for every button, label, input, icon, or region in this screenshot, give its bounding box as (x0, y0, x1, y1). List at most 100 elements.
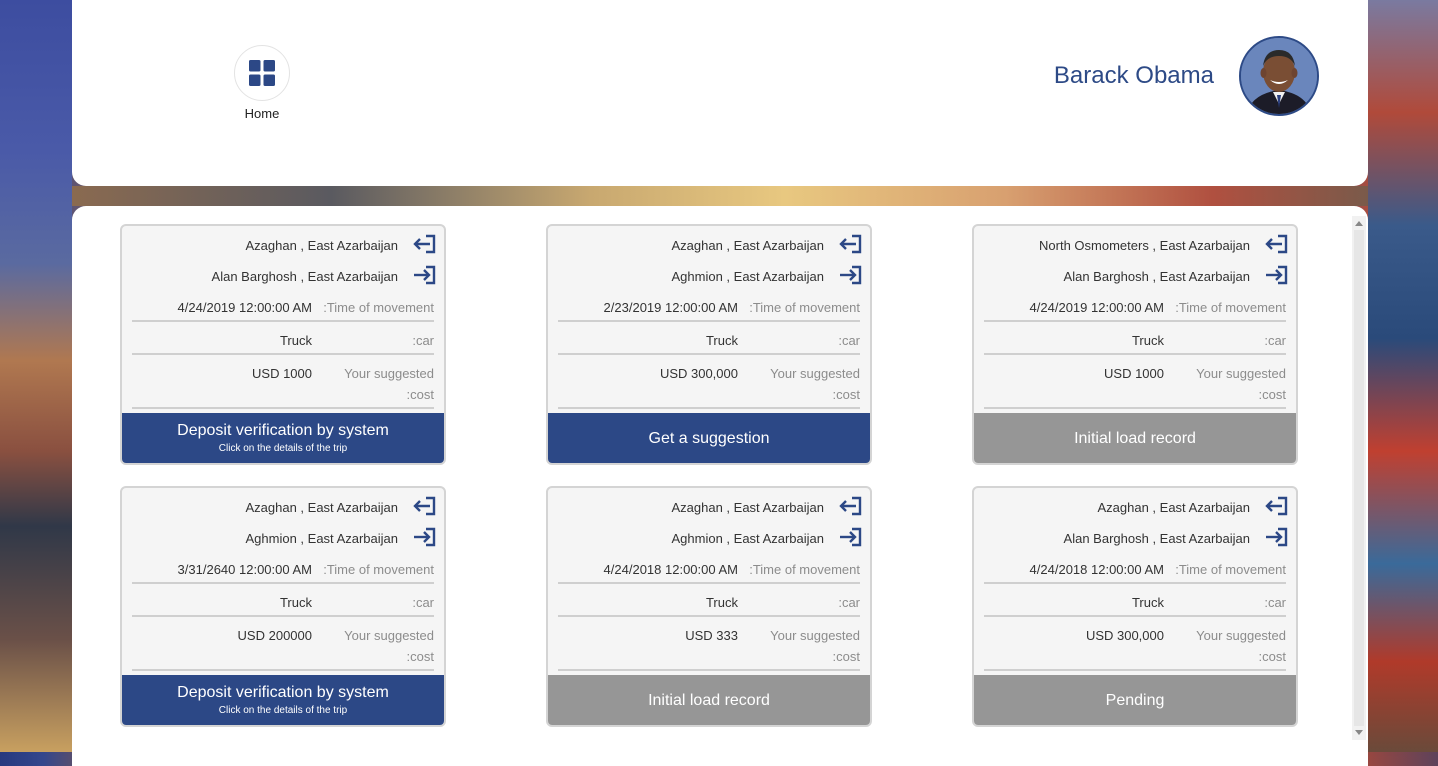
car-value: Truck (1131, 595, 1164, 610)
car-value: Truck (705, 595, 738, 610)
time-label: :Time of movement (749, 300, 860, 315)
car-label: :car (412, 595, 434, 610)
time-field: 4/24/2019 12:00:00 AM :Time of movement (984, 300, 1286, 322)
trips-scrollbar[interactable] (1352, 216, 1366, 740)
time-value: 4/24/2019 12:00:00 AM (1029, 300, 1164, 315)
sign-out-icon (1264, 234, 1288, 256)
time-value: 4/24/2018 12:00:00 AM (1029, 562, 1164, 577)
sign-in-icon (412, 527, 436, 549)
scroll-up-icon[interactable] (1355, 221, 1363, 226)
home-label[interactable]: Home (234, 106, 290, 121)
time-label: :Time of movement (749, 562, 860, 577)
car-label: :car (838, 595, 860, 610)
origin-text: Azaghan , East Azarbaijan (671, 237, 825, 253)
time-label: :Time of movement (1175, 300, 1286, 315)
trip-action-button[interactable]: Pending (974, 675, 1296, 725)
grid-icon (249, 60, 275, 86)
time-field: 3/31/2640 12:00:00 AM :Time of movement (132, 562, 434, 584)
cost-label-line1: Your suggested (344, 366, 434, 381)
cost-value: USD 300,000 (1085, 628, 1164, 643)
trip-action-label: Deposit verification by system (177, 421, 389, 439)
trip-card[interactable]: Azaghan , East Azarbaijan Alan Barghosh … (972, 486, 1298, 727)
sign-in-icon (1264, 527, 1288, 549)
cost-field: USD 333 Your suggested :cost (558, 628, 860, 671)
scroll-down-icon[interactable] (1355, 730, 1363, 735)
destination-row: Aghmion , East Azarbaijan (246, 527, 436, 549)
car-field: Truck :car (132, 595, 434, 617)
car-value: Truck (279, 595, 312, 610)
scrollbar-thumb[interactable] (1354, 230, 1364, 726)
cost-label-line2: :cost (1258, 649, 1286, 664)
car-label: :car (838, 333, 860, 348)
car-value: Truck (279, 333, 312, 348)
trip-action-label: Initial load record (648, 691, 770, 709)
sign-out-icon (1264, 496, 1288, 518)
time-field: 4/24/2018 12:00:00 AM :Time of movement (984, 562, 1286, 584)
destination-text: Alan Barghosh , East Azarbaijan (1063, 268, 1250, 284)
cost-label-line1: Your suggested (770, 628, 860, 643)
origin-row: Azaghan , East Azarbaijan (672, 496, 863, 518)
top-header: Home Barack Obama (72, 0, 1368, 186)
time-label: :Time of movement (323, 562, 434, 577)
cost-label-line1: Your suggested (1196, 366, 1286, 381)
car-field: Truck :car (558, 333, 860, 355)
avatar[interactable] (1239, 36, 1319, 116)
trip-card[interactable]: Azaghan , East Azarbaijan Aghmion , East… (120, 486, 446, 727)
car-label: :car (412, 333, 434, 348)
car-field: Truck :car (132, 333, 434, 355)
trip-action-button[interactable]: Deposit verification by system Click on … (122, 675, 444, 725)
trip-card[interactable]: Azaghan , East Azarbaijan Aghmion , East… (546, 224, 872, 465)
cost-label-line2: :cost (832, 649, 860, 664)
sign-out-icon (412, 496, 436, 518)
trip-action-label: Get a suggestion (648, 429, 770, 447)
time-value: 2/23/2019 12:00:00 AM (603, 300, 738, 315)
cost-label-line1: Your suggested (770, 366, 860, 381)
car-field: Truck :car (984, 333, 1286, 355)
sign-in-icon (838, 265, 862, 287)
cost-field: USD 1000 Your suggested :cost (984, 366, 1286, 409)
home-nav-button[interactable]: Home (234, 45, 290, 121)
destination-row: Alan Barghosh , East Azarbaijan (1064, 527, 1288, 549)
cost-field: USD 1000 Your suggested :cost (132, 366, 434, 409)
trip-action-label: Initial load record (1074, 429, 1196, 447)
cost-value: USD 1000 (252, 366, 312, 381)
cost-label-line2: :cost (1258, 387, 1286, 402)
sign-out-icon (838, 496, 862, 518)
trip-action-button[interactable]: Get a suggestion (548, 413, 870, 463)
time-label: :Time of movement (1175, 562, 1286, 577)
trip-card[interactable]: Azaghan , East Azarbaijan Aghmion , East… (546, 486, 872, 727)
time-field: 2/23/2019 12:00:00 AM :Time of movement (558, 300, 860, 322)
trip-card[interactable]: North Osmometers , East Azarbaijan Alan … (972, 224, 1298, 465)
background-port-image-left (0, 0, 72, 752)
trip-action-button[interactable]: Deposit verification by system Click on … (122, 413, 444, 463)
cost-label-line2: :cost (406, 387, 434, 402)
destination-row: Alan Barghosh , East Azarbaijan (1064, 265, 1288, 287)
cost-label-line1: Your suggested (1196, 628, 1286, 643)
time-field: 4/24/2019 12:00:00 AM :Time of movement (132, 300, 434, 322)
home-icon-circle[interactable] (234, 45, 290, 101)
cost-field: USD 300,000 Your suggested :cost (984, 628, 1286, 671)
origin-row: Azaghan , East Azarbaijan (246, 496, 437, 518)
sign-out-icon (412, 234, 436, 256)
background-port-image-strip (72, 186, 1368, 206)
origin-text: Azaghan , East Azarbaijan (1097, 499, 1251, 515)
time-field: 4/24/2018 12:00:00 AM :Time of movement (558, 562, 860, 584)
origin-text: Azaghan , East Azarbaijan (245, 237, 399, 253)
origin-row: Azaghan , East Azarbaijan (672, 234, 863, 256)
car-value: Truck (1131, 333, 1164, 348)
time-label: :Time of movement (323, 300, 434, 315)
destination-row: Aghmion , East Azarbaijan (672, 527, 862, 549)
cost-value: USD 200000 (237, 628, 312, 643)
trip-action-button[interactable]: Initial load record (548, 675, 870, 725)
destination-text: Aghmion , East Azarbaijan (671, 530, 824, 546)
time-value: 4/24/2018 12:00:00 AM (603, 562, 738, 577)
trip-action-button[interactable]: Initial load record (974, 413, 1296, 463)
sign-in-icon (838, 527, 862, 549)
cost-field: USD 200000 Your suggested :cost (132, 628, 434, 671)
time-value: 3/31/2640 12:00:00 AM (177, 562, 312, 577)
cost-label-line2: :cost (832, 387, 860, 402)
car-value: Truck (705, 333, 738, 348)
cost-field: USD 300,000 Your suggested :cost (558, 366, 860, 409)
user-name: Barack Obama (1053, 62, 1214, 89)
trip-card[interactable]: Azaghan , East Azarbaijan Alan Barghosh … (120, 224, 446, 465)
